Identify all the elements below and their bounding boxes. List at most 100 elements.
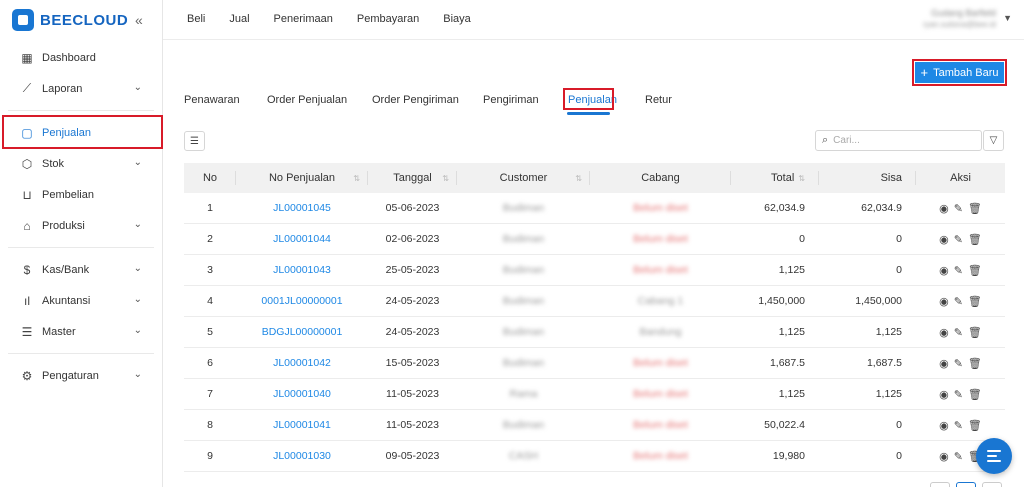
collapse-sidebar-icon[interactable]: « xyxy=(135,12,143,28)
edit-icon[interactable]: ✎ xyxy=(954,233,963,246)
sort-icon[interactable]: ⇅ xyxy=(353,174,360,183)
delete-icon[interactable]: 🗑 xyxy=(968,264,982,277)
sort-icon[interactable]: ⇅ xyxy=(798,174,805,183)
filter-icon[interactable]: ▽ xyxy=(983,130,1004,151)
delete-icon[interactable]: 🗑 xyxy=(968,388,982,401)
cell-doc-link[interactable]: 0001JL00000001 xyxy=(236,286,368,317)
cell-total: 50,022.4 xyxy=(764,419,805,431)
pagination-next-button[interactable] xyxy=(982,482,1002,487)
chevron-down-icon: ⌄ xyxy=(133,219,142,230)
sort-icon[interactable]: ⇅ xyxy=(575,174,582,183)
tab-order-penjualan[interactable]: Order Penjualan xyxy=(267,94,347,106)
edit-icon[interactable]: ✎ xyxy=(954,388,963,401)
cell-doc-link[interactable]: JL00001044 xyxy=(236,224,368,255)
pagination-page-button[interactable] xyxy=(956,482,976,487)
table-row: 7 JL00001040 11-05-2023 Rama Belum diset 1,12… xyxy=(184,379,1005,410)
cell-doc-link[interactable]: JL00001041 xyxy=(236,410,368,441)
pagination-prev-button[interactable] xyxy=(930,482,950,487)
sidebar-item-produksi[interactable]: ⌂ Produksi ⌄ xyxy=(0,210,162,241)
column-settings-icon[interactable]: ☰ xyxy=(184,131,205,151)
edit-icon[interactable]: ✎ xyxy=(954,450,963,463)
sidebar-item-label: Master xyxy=(42,325,76,338)
highlight-sidebar-penjualan xyxy=(2,115,163,149)
top-menu-beli[interactable]: Beli xyxy=(187,13,205,25)
view-icon[interactable]: ◉ xyxy=(939,202,949,215)
view-icon[interactable]: ◉ xyxy=(939,295,949,308)
tab-penawaran[interactable]: Penawaran xyxy=(184,94,240,106)
caret-down-icon[interactable]: ▼ xyxy=(1003,13,1012,23)
tab-pengiriman[interactable]: Pengiriman xyxy=(483,94,539,106)
cell-date: 24-05-2023 xyxy=(385,295,440,307)
cell-doc-link[interactable]: JL00001042 xyxy=(236,348,368,379)
edit-icon[interactable]: ✎ xyxy=(954,326,963,339)
edit-icon[interactable]: ✎ xyxy=(954,264,963,277)
sidebar-item-pembelian[interactable]: ⊔ Pembelian xyxy=(0,179,162,210)
view-icon[interactable]: ◉ xyxy=(939,264,949,277)
shopping-cart-icon: ⊔ xyxy=(22,187,32,202)
table-body: 1 JL00001045 05-06-2023 Budiman Belum diset 6… xyxy=(184,193,1005,472)
sidebar-item-master[interactable]: ☰ Master ⌄ xyxy=(0,316,162,347)
cell-total: 1,125 xyxy=(778,388,805,400)
cell-no: 8 xyxy=(207,419,213,431)
column-header-customer[interactable]: Customer ⇅ xyxy=(457,163,590,193)
delete-icon[interactable]: 🗑 xyxy=(968,419,982,432)
sidebar-item-label: Pengaturan xyxy=(42,369,99,382)
delete-icon[interactable]: 🗑 xyxy=(968,357,982,370)
cell-doc-link[interactable]: JL00001043 xyxy=(236,255,368,286)
delete-icon[interactable]: 🗑 xyxy=(968,233,982,246)
tab-order-pengiriman[interactable]: Order Pengiriman xyxy=(372,94,459,106)
edit-icon[interactable]: ✎ xyxy=(954,357,963,370)
chat-support-button[interactable] xyxy=(976,438,1012,474)
chevron-down-icon: ⌄ xyxy=(133,82,142,93)
cell-doc-link[interactable]: JL00001045 xyxy=(236,193,368,224)
delete-icon[interactable]: 🗑 xyxy=(968,295,982,308)
delete-icon[interactable]: 🗑 xyxy=(968,202,982,215)
user-menu[interactable]: Gudang Barfield ryan.sutisna@bee.id xyxy=(923,8,996,29)
sort-icon[interactable]: ⇅ xyxy=(442,174,449,183)
edit-icon[interactable]: ✎ xyxy=(954,202,963,215)
column-header-tanggal[interactable]: Tanggal ⇅ xyxy=(368,163,457,193)
sidebar-item-laporan[interactable]: ⟋ Laporan ⌄ xyxy=(0,73,162,104)
top-menu-penerimaan[interactable]: Penerimaan xyxy=(274,13,333,25)
cell-doc-link[interactable]: BDGJL00000001 xyxy=(236,317,368,348)
sidebar-item-kas-bank[interactable]: $ Kas/Bank ⌄ xyxy=(0,254,162,285)
search-input[interactable] xyxy=(833,135,974,146)
sidebar-item-dashboard[interactable]: ▦ Dashboard xyxy=(0,42,162,73)
brand-logo[interactable]: BEECLOUD xyxy=(12,8,128,32)
chevron-down-icon: ⌄ xyxy=(133,369,142,380)
top-menu-jual[interactable]: Jual xyxy=(229,13,249,25)
view-icon[interactable]: ◉ xyxy=(939,326,949,339)
sidebar-item-stok[interactable]: ⬡ Stok ⌄ xyxy=(0,148,162,179)
cell-customer: CASH xyxy=(508,450,539,462)
gear-icon: ⚙ xyxy=(21,368,33,383)
user-name: Gudang Barfield xyxy=(930,8,996,18)
search-box: ⌕ xyxy=(815,130,982,151)
cell-doc-link[interactable]: JL00001040 xyxy=(236,379,368,410)
cell-branch: Belum diset xyxy=(633,450,688,462)
view-icon[interactable]: ◉ xyxy=(939,388,949,401)
view-icon[interactable]: ◉ xyxy=(939,450,949,463)
edit-icon[interactable]: ✎ xyxy=(954,419,963,432)
delete-icon[interactable]: 🗑 xyxy=(968,326,982,339)
chart-icon: ⟋ xyxy=(22,81,32,95)
sidebar-item-pengaturan[interactable]: ⚙ Pengaturan ⌄ xyxy=(0,360,162,391)
view-icon[interactable]: ◉ xyxy=(939,233,949,246)
cell-rest: 0 xyxy=(896,419,902,431)
top-menu-pembayaran[interactable]: Pembayaran xyxy=(357,13,419,25)
cell-actions: ◉ ✎ 🗑 xyxy=(916,255,1005,286)
top-menu-biaya[interactable]: Biaya xyxy=(443,13,471,25)
view-icon[interactable]: ◉ xyxy=(939,419,949,432)
cell-total: 1,450,000 xyxy=(758,295,805,307)
column-header-sisa: Sisa xyxy=(819,163,916,193)
cube-icon: ⬡ xyxy=(21,156,33,171)
column-header-total[interactable]: Total ⇅ xyxy=(731,163,819,193)
cell-branch: Belum diset xyxy=(633,419,688,431)
cell-customer: Budiman xyxy=(502,295,545,307)
sidebar-item-akuntansi[interactable]: ıl Akuntansi ⌄ xyxy=(0,285,162,316)
column-header-no-penjualan[interactable]: No Penjualan ⇅ xyxy=(236,163,368,193)
view-icon[interactable]: ◉ xyxy=(939,357,949,370)
table-row: 3 JL00001043 25-05-2023 Budiman Belum diset 1… xyxy=(184,255,1005,286)
edit-icon[interactable]: ✎ xyxy=(954,295,963,308)
cell-doc-link[interactable]: JL00001030 xyxy=(236,441,368,472)
tab-retur[interactable]: Retur xyxy=(645,94,672,106)
